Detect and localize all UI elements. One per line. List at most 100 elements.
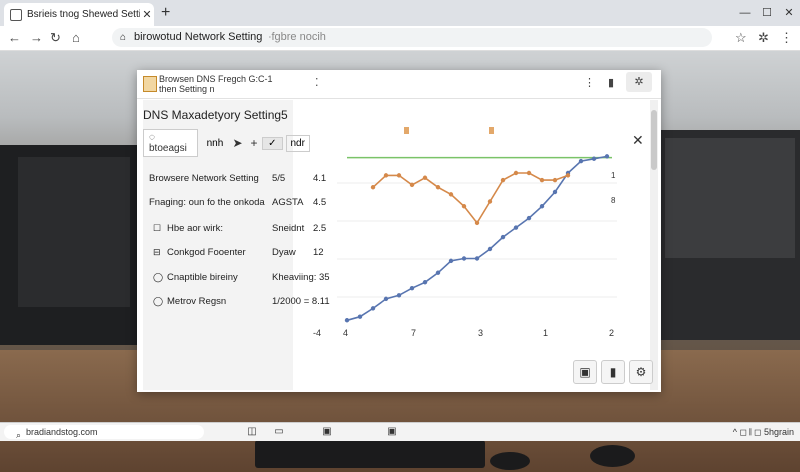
more-icon[interactable]: ⁚ [315,76,319,89]
row-label: Fnaging: oun fo the onkoda [149,196,265,208]
row-value-2: 4.5 [313,196,327,208]
row-value: 1/2000 = 8.11 [272,295,330,307]
data-point [552,189,558,195]
data-point [422,280,428,285]
home-icon[interactable]: ⌂ [72,29,80,47]
system-tray[interactable]: ^ ◻ 𝄃 ◻ 5hgrain [733,425,794,439]
row-value: AGSTA [272,196,304,208]
x-tick: 3 [478,328,484,338]
row-label: Cnaptible bireiny [167,271,238,283]
annotation-marker [404,127,409,134]
panel-title: DNS Maxadetyory Setting5 [143,108,288,122]
tab-label: btoeagsi [149,143,187,154]
close-window-icon[interactable]: ✕ [778,0,800,26]
data-point [396,293,402,298]
window-title-line1: Browsen DNS Fregch G:C-1 [159,74,273,84]
data-point [526,170,532,176]
data-point [448,192,454,197]
comment-icon: ◯ [153,271,164,282]
data-point [591,156,597,161]
scrollbar[interactable] [650,100,658,390]
row-value-2: 4.1 [313,172,327,184]
tab-nnh[interactable]: nnh [207,138,224,149]
add-icon[interactable]: + [246,136,262,150]
header-divider [137,98,661,99]
browser-tab[interactable]: Bsrieis tnog Shewed Setting ✕ [4,3,154,26]
taskbar-app-icon[interactable]: ▣ [320,425,334,439]
close-tab-icon[interactable]: ✕ [140,8,154,21]
data-point [526,215,532,221]
row-label: Conkgod Fooenter [167,246,246,258]
extensions-icon[interactable]: ✲ [758,29,769,47]
scrollbar-thumb[interactable] [651,110,657,170]
line-chart [337,127,617,323]
taskbar-search[interactable]: ⌕ bradiandstog.com [4,425,204,440]
menu-icon[interactable]: ⋮ [780,29,793,47]
row-value: 5/5 [272,172,286,184]
dns-settings-window: Browsen DNS Fregch G:C-1 then Setting n … [137,70,661,392]
task-view-icon[interactable]: ◫ [245,425,259,439]
tab-favicon-icon [10,8,22,21]
browser-toolbar: ← → ↻ ⌂ ⌂ birowotud Network Setting ∙fgbr… [0,26,800,51]
tab-btoeagsi[interactable]: ◌ btoeagsi [143,129,198,157]
reload-icon[interactable]: ↻ [50,29,61,47]
save-icon[interactable]: ▮ [601,360,625,384]
close-icon[interactable]: ✕ [632,132,644,149]
data-point [500,234,506,240]
data-point [500,177,506,183]
data-point [396,173,402,178]
data-point [513,170,519,176]
data-point [383,296,389,302]
draw-icon[interactable]: ✓ [262,136,283,150]
bookmark-star-icon[interactable]: ☆ [735,29,747,47]
settings-panel: DNS Maxadetyory Setting5 ◌ btoeagsi nnh … [143,100,310,390]
taskbar: ⌕ bradiandstog.com ◫ ▭ ▣ ▣ ^ ◻ 𝄃 ◻ 5hgra… [0,422,800,441]
data-point [487,199,493,204]
row-value-2: 12 [313,246,324,258]
x-tick: -4 [313,328,322,338]
image-icon[interactable]: ▣ [573,360,597,384]
address-text: birowotud Network Setting [134,31,263,43]
data-point [474,256,480,261]
gear-icon[interactable]: ⚙ [629,360,653,384]
taskbar-search-text: bradiandstog.com [26,427,98,437]
x-tick: 7 [411,328,417,338]
row-label: Browsere Network Setting [149,172,259,184]
bookmark-icon[interactable]: ▮ [608,76,614,89]
maximize-icon[interactable]: ☐ [756,0,778,26]
settings-button[interactable]: ✲ [626,72,652,92]
minimize-icon[interactable]: — [734,0,756,26]
panel-toolbar: ◌ btoeagsi nnh ➤ + ✓ ndr [143,129,310,157]
data-point [370,185,376,190]
row-value: Kheaviing: 35 [272,271,330,283]
x-tick: 4 [343,328,349,338]
right-label: 8 [611,196,616,205]
site-info-icon[interactable]: ⌂ [120,28,126,47]
app-logo-icon [143,76,157,92]
more-icon[interactable]: ⋮ [584,76,595,89]
data-point [422,175,428,180]
data-point [435,185,441,190]
pointer-icon[interactable]: ➤ [229,136,245,150]
data-point [552,177,558,183]
data-point [604,154,610,159]
address-suffix: ∙fgbre nocih [268,31,326,43]
forward-icon[interactable]: → [30,29,43,47]
data-point [461,204,467,209]
checkbox-icon[interactable]: ☐ [153,223,161,234]
data-point [565,173,571,178]
back-icon[interactable]: ← [8,29,21,47]
tab-ndr[interactable]: ndr [285,134,310,152]
taskbar-app-icon[interactable]: ▭ [272,425,286,439]
address-bar[interactable]: ⌂ birowotud Network Setting ∙fgbre nocih [112,28,712,47]
background-monitor-left [0,145,140,345]
background-monitor-right [655,130,800,340]
window-header: Browsen DNS Fregch G:C-1 then Setting n … [137,70,661,98]
row-value: Dyaw [272,246,296,258]
window-title: Browsen DNS Fregch G:C-1 then Setting n [159,74,273,94]
new-tab-button[interactable]: + [161,4,170,22]
data-point [409,285,415,291]
data-point [578,158,584,164]
data-point [539,177,545,183]
taskbar-app-icon[interactable]: ▣ [385,425,399,439]
